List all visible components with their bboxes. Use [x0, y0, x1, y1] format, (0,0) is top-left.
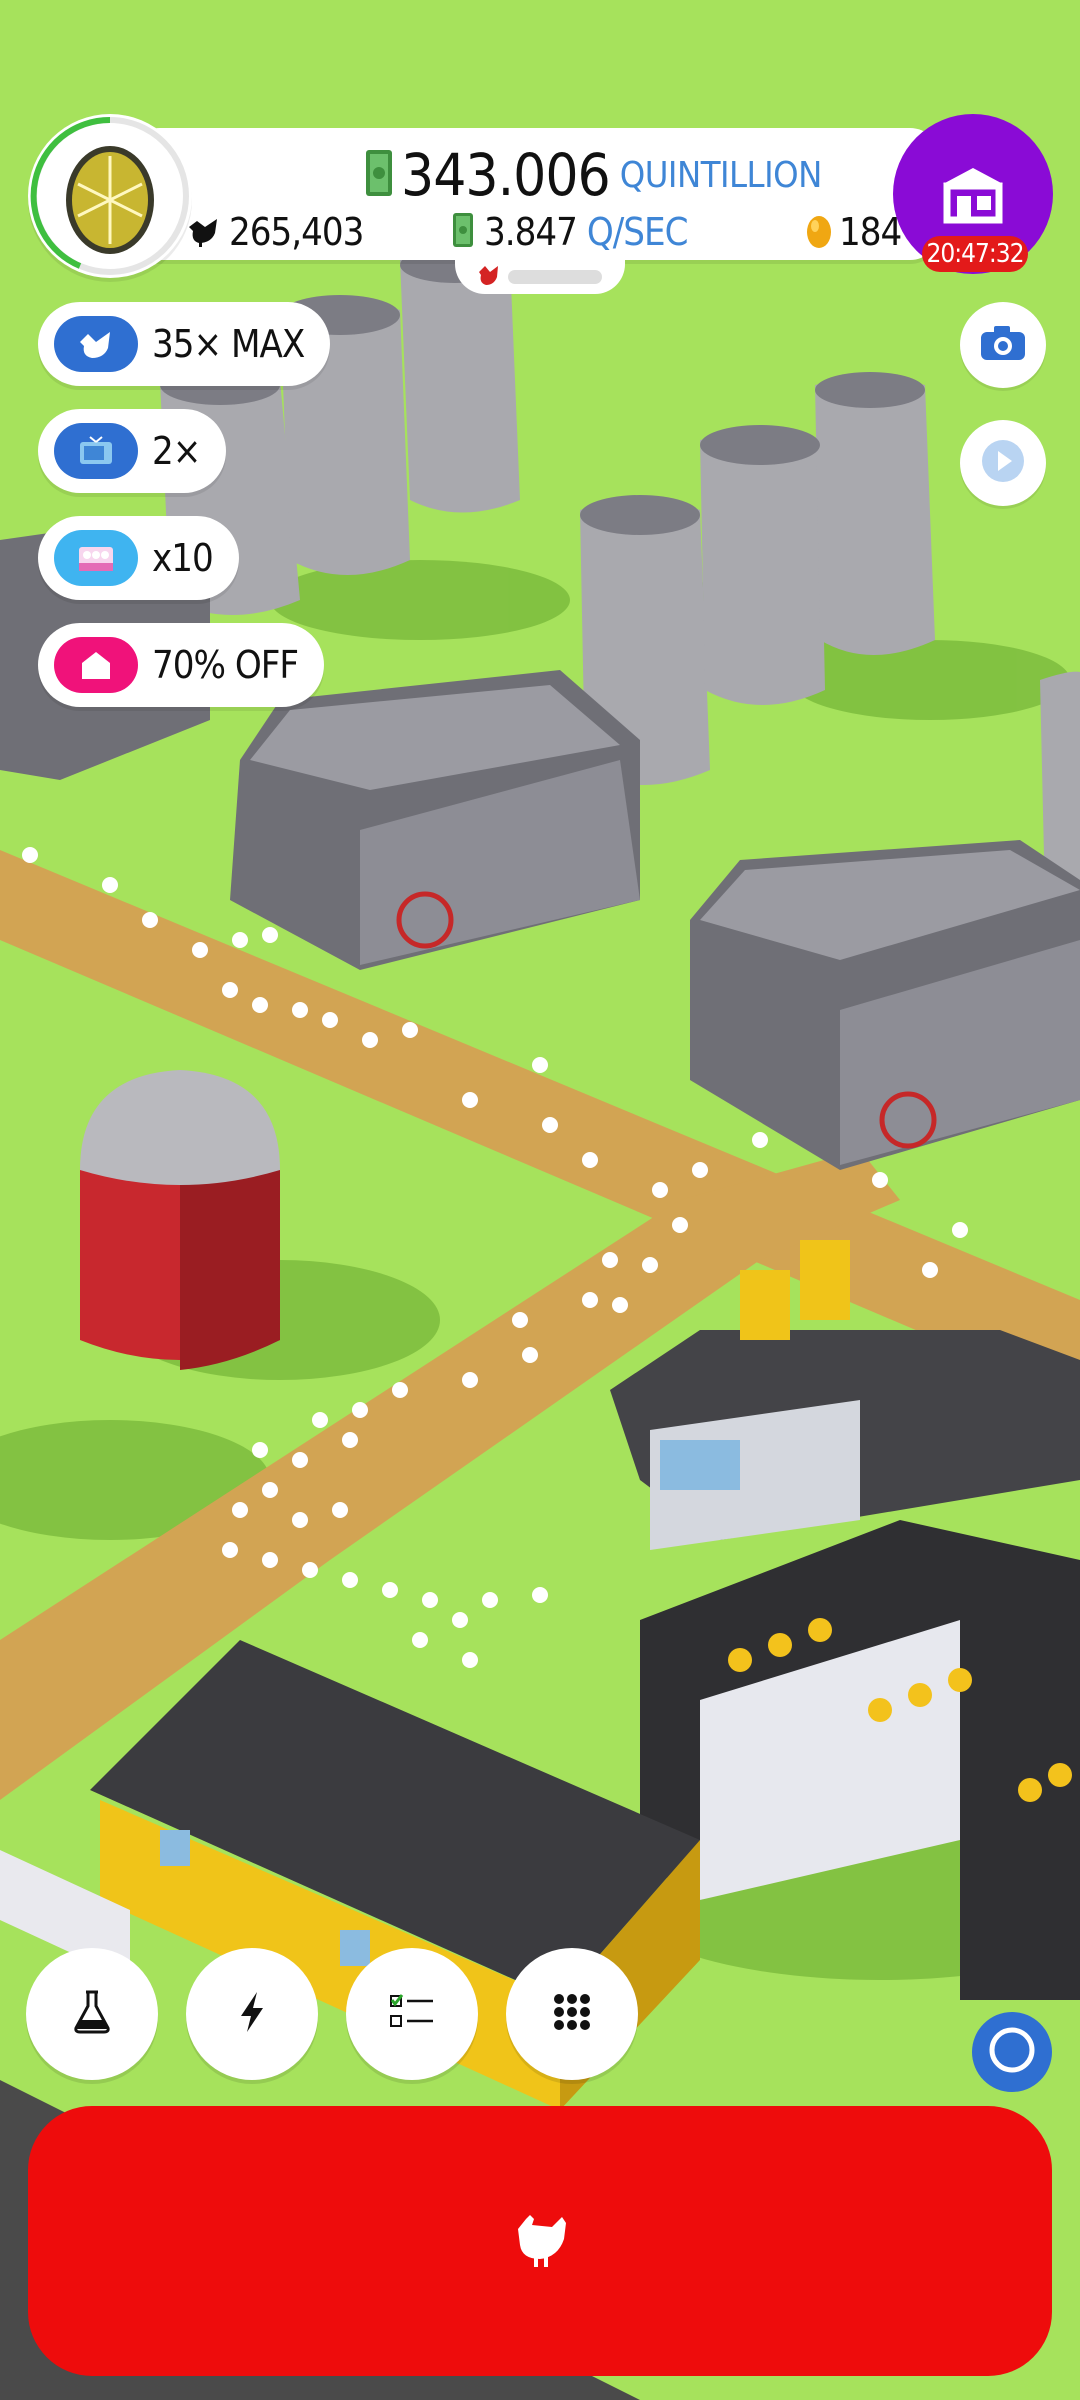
chicken-icon	[508, 2209, 572, 2273]
golden-egg-count: 184	[839, 210, 902, 254]
checklist-button[interactable]	[346, 1948, 478, 2080]
boost-icon	[235, 1990, 269, 2038]
research-icon	[72, 1990, 112, 2038]
chicken-icon	[54, 316, 138, 372]
shop-timer: 20:47:32	[922, 236, 1028, 272]
research-button[interactable]	[26, 1948, 158, 2080]
chicken-count: 265,403	[229, 210, 364, 254]
money-unit: QUINTILLION	[619, 154, 823, 196]
chicken-icon	[185, 213, 221, 251]
income-rate-unit: Q/SEC	[586, 210, 689, 254]
chicken-count-display: 265,403	[185, 208, 364, 256]
boost-discount-pill[interactable]: 70% OFF	[38, 623, 325, 707]
boost-egg-box-label: x10	[152, 536, 214, 580]
boost-button[interactable]	[186, 1948, 318, 2080]
money-display: 343.006 QUINTILLION	[365, 140, 822, 210]
boost-ad-pill[interactable]: 2×	[38, 409, 227, 493]
camera-button[interactable]	[960, 302, 1046, 388]
hatch-chicken-button[interactable]	[28, 2106, 1052, 2376]
tv-icon	[54, 423, 138, 479]
income-rate-display: 3.847 Q/SEC	[452, 208, 689, 256]
boost-chicken-label: 35× MAX	[152, 322, 305, 366]
shop-icon	[937, 164, 1009, 228]
boost-chicken-pill[interactable]: 35× MAX	[38, 302, 331, 386]
income-rate-value: 3.847	[484, 210, 578, 254]
cash-icon	[452, 212, 474, 252]
egg-level-badge[interactable]	[28, 114, 192, 278]
boost-discount-label: 70% OFF	[152, 643, 299, 687]
grid-menu-icon	[552, 1992, 592, 2036]
house-icon	[54, 637, 138, 693]
golden-egg-icon	[30, 116, 189, 275]
boost-ad-label: 2×	[152, 429, 201, 473]
egg-box-icon	[54, 530, 138, 586]
video-replay-button[interactable]	[960, 420, 1046, 506]
golden-egg-icon	[805, 211, 833, 253]
checklist-icon	[389, 1992, 435, 2036]
menu-grid-button[interactable]	[506, 1948, 638, 2080]
red-chicken-icon	[476, 262, 500, 292]
boost-egg-box-pill[interactable]: x10	[38, 516, 239, 600]
cash-icon	[365, 149, 393, 201]
play-icon	[980, 438, 1026, 488]
camera-icon	[978, 323, 1028, 367]
golden-egg-count-display: 184	[805, 208, 902, 256]
focus-target-button[interactable]	[972, 2012, 1052, 2092]
ring-icon	[986, 2024, 1038, 2080]
progress-bar	[508, 270, 602, 284]
money-value: 343.006	[401, 141, 611, 209]
